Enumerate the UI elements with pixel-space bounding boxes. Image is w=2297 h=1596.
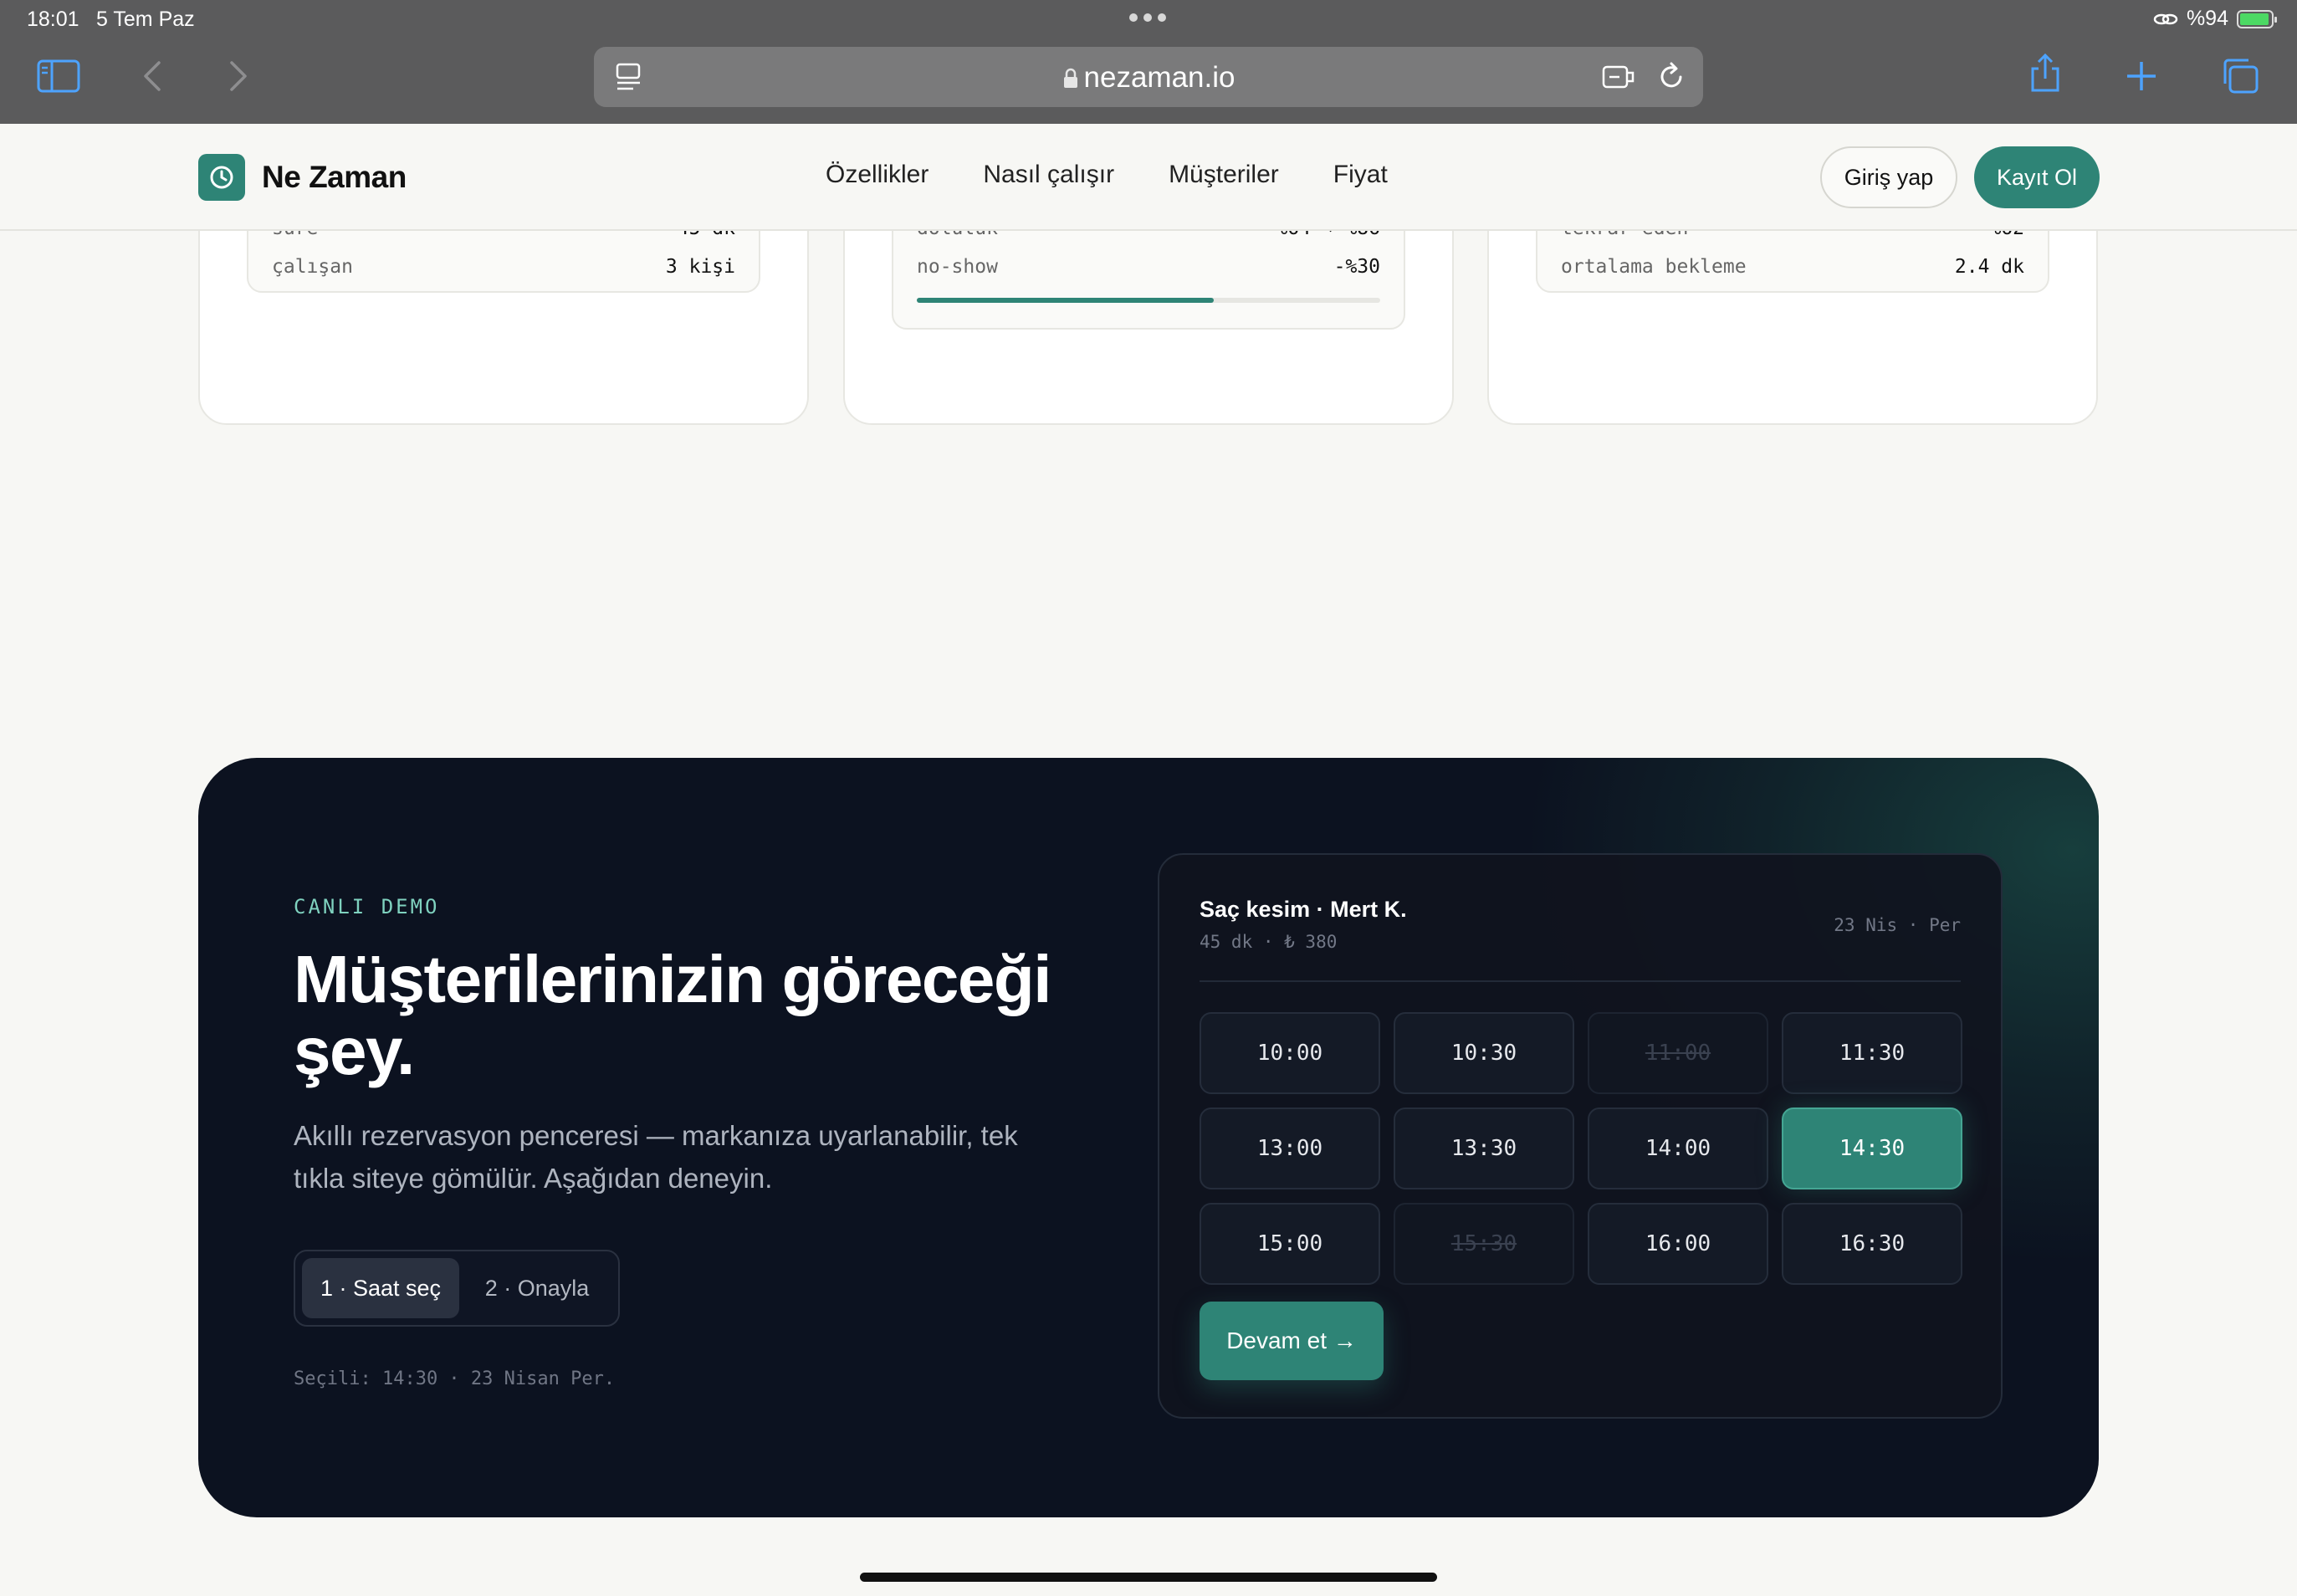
step-confirm[interactable]: 2 · Onayla (466, 1258, 608, 1318)
demo-eyebrow: CANLI DEMO (294, 895, 440, 918)
booking-date: 23 Nis · Per (1834, 915, 1961, 935)
time-slot[interactable]: 10:00 (1200, 1012, 1380, 1094)
selected-summary: Seçili: 14:30 · 23 Nisan Per. (294, 1368, 616, 1389)
status-bar: 18:01 5 Tem Paz %94 (0, 0, 2297, 38)
time-slot[interactable]: 14:30 (1782, 1107, 1962, 1189)
time-slot[interactable]: 13:30 (1394, 1107, 1574, 1189)
service-title: Saç kesim · Mert K. (1200, 897, 1407, 922)
stat-row: ortalama bekleme 2.4 dk (1561, 256, 2024, 278)
battery-icon (2237, 9, 2277, 28)
nav-how-it-works[interactable]: Nasıl çalışır (983, 161, 1114, 189)
demo-headline: Müşterilerinizin göreceği şey. (294, 942, 1051, 1088)
status-right: %94 (2153, 7, 2277, 31)
browser-toolbar: nezaman.io (0, 38, 2297, 124)
site-header: Ne Zaman Özellikler Nasıl çalışır Müşter… (0, 124, 2297, 231)
service-details: 45 dk · ₺ 380 (1200, 932, 1338, 952)
time-slot[interactable]: 11:30 (1782, 1012, 1962, 1094)
divider (1200, 980, 1961, 982)
demo-lead: Akıllı rezervasyon penceresi — markanıza… (294, 1120, 1018, 1194)
time-slot[interactable]: 15:00 (1200, 1203, 1380, 1285)
live-demo-section: CANLI DEMO Müşterilerinizin göreceği şey… (198, 758, 2099, 1517)
reload-icon[interactable] (1656, 60, 1686, 100)
step-select-time[interactable]: 1 · Saat seç (302, 1258, 459, 1318)
time-slot: 15:30 (1394, 1203, 1574, 1285)
url-text: nezaman.io (594, 61, 1703, 95)
status-date: 5 Tem Paz (96, 8, 195, 31)
forward-icon[interactable] (213, 55, 263, 97)
time-slot-grid: 10:00 10:30 11:00 11:30 13:00 13:30 14:00 14:30… (1200, 1012, 1964, 1285)
time-slot[interactable]: 10:30 (1394, 1012, 1574, 1094)
nav-features[interactable]: Özellikler (826, 161, 929, 189)
stat-row: çalışan 3 kişi (272, 256, 735, 278)
continue-button[interactable]: Devam et → (1200, 1302, 1384, 1380)
nav-customers[interactable]: Müşteriler (1169, 161, 1279, 189)
clock-icon (198, 154, 245, 201)
main-nav: Özellikler Nasıl çalışır Müşteriler Fiya… (826, 161, 1388, 189)
back-icon[interactable] (127, 55, 177, 97)
brand-name: Ne Zaman (262, 160, 407, 194)
demo-steps: 1 · Saat seç 2 · Onayla (294, 1250, 620, 1327)
login-button[interactable]: Giriş yap (1820, 146, 1957, 208)
home-indicator (860, 1573, 1437, 1582)
tabs-overview-icon[interactable] (2215, 55, 2265, 97)
occupancy-progress-bar (917, 298, 1380, 303)
address-bar[interactable]: nezaman.io (594, 47, 1703, 107)
share-icon[interactable] (2020, 52, 2070, 94)
lock-icon (1063, 68, 1077, 88)
time-slot[interactable]: 16:30 (1782, 1203, 1962, 1285)
new-tab-icon[interactable] (2116, 55, 2167, 97)
nav-pricing[interactable]: Fiyat (1333, 161, 1388, 189)
battery-percent: %94 (2186, 7, 2228, 30)
time-slot[interactable]: 13:00 (1200, 1107, 1380, 1189)
stat-row: no-show -%30 (917, 256, 1380, 278)
extension-icon[interactable] (1601, 62, 1636, 100)
multitasking-dots[interactable] (1129, 13, 1166, 22)
time-slot[interactable]: 14:00 (1588, 1107, 1768, 1189)
booking-widget: Saç kesim · Mert K. 45 dk · ₺ 380 23 Nis… (1158, 853, 2003, 1419)
time-slot[interactable]: 16:00 (1588, 1203, 1768, 1285)
status-time: 18:01 (27, 8, 79, 31)
signup-button[interactable]: Kayıt Ol (1974, 146, 2100, 208)
link-icon (2153, 13, 2178, 24)
sidebar-toggle-icon[interactable] (33, 55, 84, 97)
brand-logo[interactable]: Ne Zaman (198, 154, 407, 201)
time-slot: 11:00 (1588, 1012, 1768, 1094)
